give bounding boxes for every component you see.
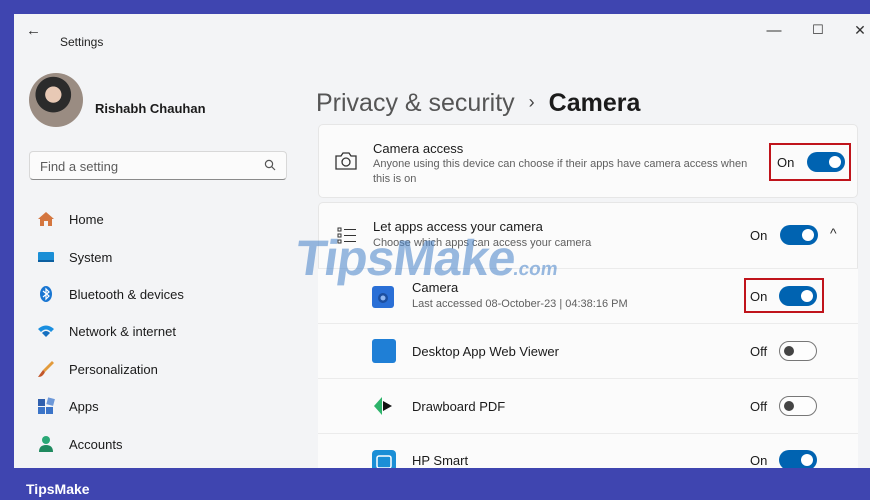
camera-icon [335,152,357,170]
drawboard-pdf-toggle[interactable] [779,396,817,416]
sidebar-item-apps[interactable]: Apps [29,391,289,423]
sidebar-item-home[interactable]: Home [29,204,289,236]
toggle-state-label: Off [750,344,768,359]
sidebar-item-label: Bluetooth & devices [69,287,184,302]
camera-access-title: Camera access [373,141,464,156]
app-row-hp-smart: HP Smart On [318,433,858,468]
camera-access-card: Camera access Anyone using this device c… [318,124,858,198]
hp-smart-icon [372,450,396,468]
back-arrow-icon[interactable]: ← [26,22,41,39]
footer-banner: TipsMake [14,468,870,500]
page-title: Camera [548,89,641,117]
app-last-accessed: Last accessed 08-October-23 | 04:38:16 P… [412,298,628,310]
toggle-state-label: On [750,289,768,304]
user-name: Rishabh Chauhan [95,101,206,116]
app-name: Desktop App Web Viewer [412,344,559,359]
sidebar-item-bluetooth[interactable]: Bluetooth & devices [29,279,289,311]
app-row-drawboard-pdf: Drawboard PDF Off [318,378,858,433]
camera-app-icon [372,286,394,308]
chevron-up-icon[interactable]: ^ [830,225,837,241]
toggle-state-label: On [750,453,768,468]
sidebar-item-system[interactable]: System [29,242,289,274]
minimize-button[interactable]: — [764,22,784,39]
close-button[interactable]: ✕ [850,22,870,39]
wifi-icon [38,325,54,337]
footer-brand: TipsMake [26,481,90,497]
breadcrumb-separator: › [528,92,535,112]
toggle-state-label: On [777,155,795,170]
hp-smart-toggle[interactable] [779,450,817,468]
maximize-button[interactable]: ☐ [808,22,828,38]
desktop-app-web-viewer-toggle[interactable] [779,341,817,361]
watermark-text: TipsMake [292,230,519,286]
app-name: Drawboard PDF [412,399,506,414]
bluetooth-icon [40,286,52,302]
title-bar: ← Settings — ☐ ✕ [14,14,870,49]
desktop-app-web-viewer-icon [372,339,396,363]
search-input[interactable] [38,158,262,175]
settings-window: ← Settings — ☐ ✕ Rishabh Chauhan Home Sy… [14,14,870,468]
avatar[interactable] [29,73,83,127]
watermark-suffix: .com [511,259,560,280]
drawboard-pdf-icon [374,397,392,415]
sidebar-item-label: Personalization [69,362,158,377]
watermark-logo: TipsMake.com [292,229,563,287]
camera-access-toggle[interactable] [807,152,845,172]
sidebar-item-label: Accounts [69,437,123,452]
sidebar-item-label: System [69,250,113,265]
search-box[interactable] [29,151,287,180]
app-name: HP Smart [412,453,469,468]
brush-icon [38,361,54,377]
sidebar: Rishabh Chauhan Home System Bluetooth & … [14,46,304,468]
camera-access-description: Anyone using this device can choose if t… [373,158,748,185]
sidebar-item-accounts[interactable]: Accounts [29,429,289,461]
sidebar-item-label: Apps [69,399,99,414]
sidebar-item-network[interactable]: Network & internet [29,316,289,348]
breadcrumb-parent[interactable]: Privacy & security [316,89,515,117]
sidebar-item-label: Network & internet [69,324,176,339]
home-icon [38,212,54,226]
sidebar-item-personalization[interactable]: Personalization [29,354,289,386]
camera-app-toggle[interactable] [779,286,817,306]
apps-icon [38,397,55,414]
let-apps-toggle[interactable] [780,225,818,245]
app-row-desktop-app-web-viewer: Desktop App Web Viewer Off [318,323,858,378]
toggle-state-label: Off [750,399,768,414]
search-icon[interactable] [264,159,276,174]
accounts-icon [39,436,53,452]
sidebar-item-label: Home [69,212,104,227]
breadcrumb: Privacy & security › Camera [316,89,640,118]
toggle-state-label: On [750,228,768,243]
system-icon [38,252,54,262]
